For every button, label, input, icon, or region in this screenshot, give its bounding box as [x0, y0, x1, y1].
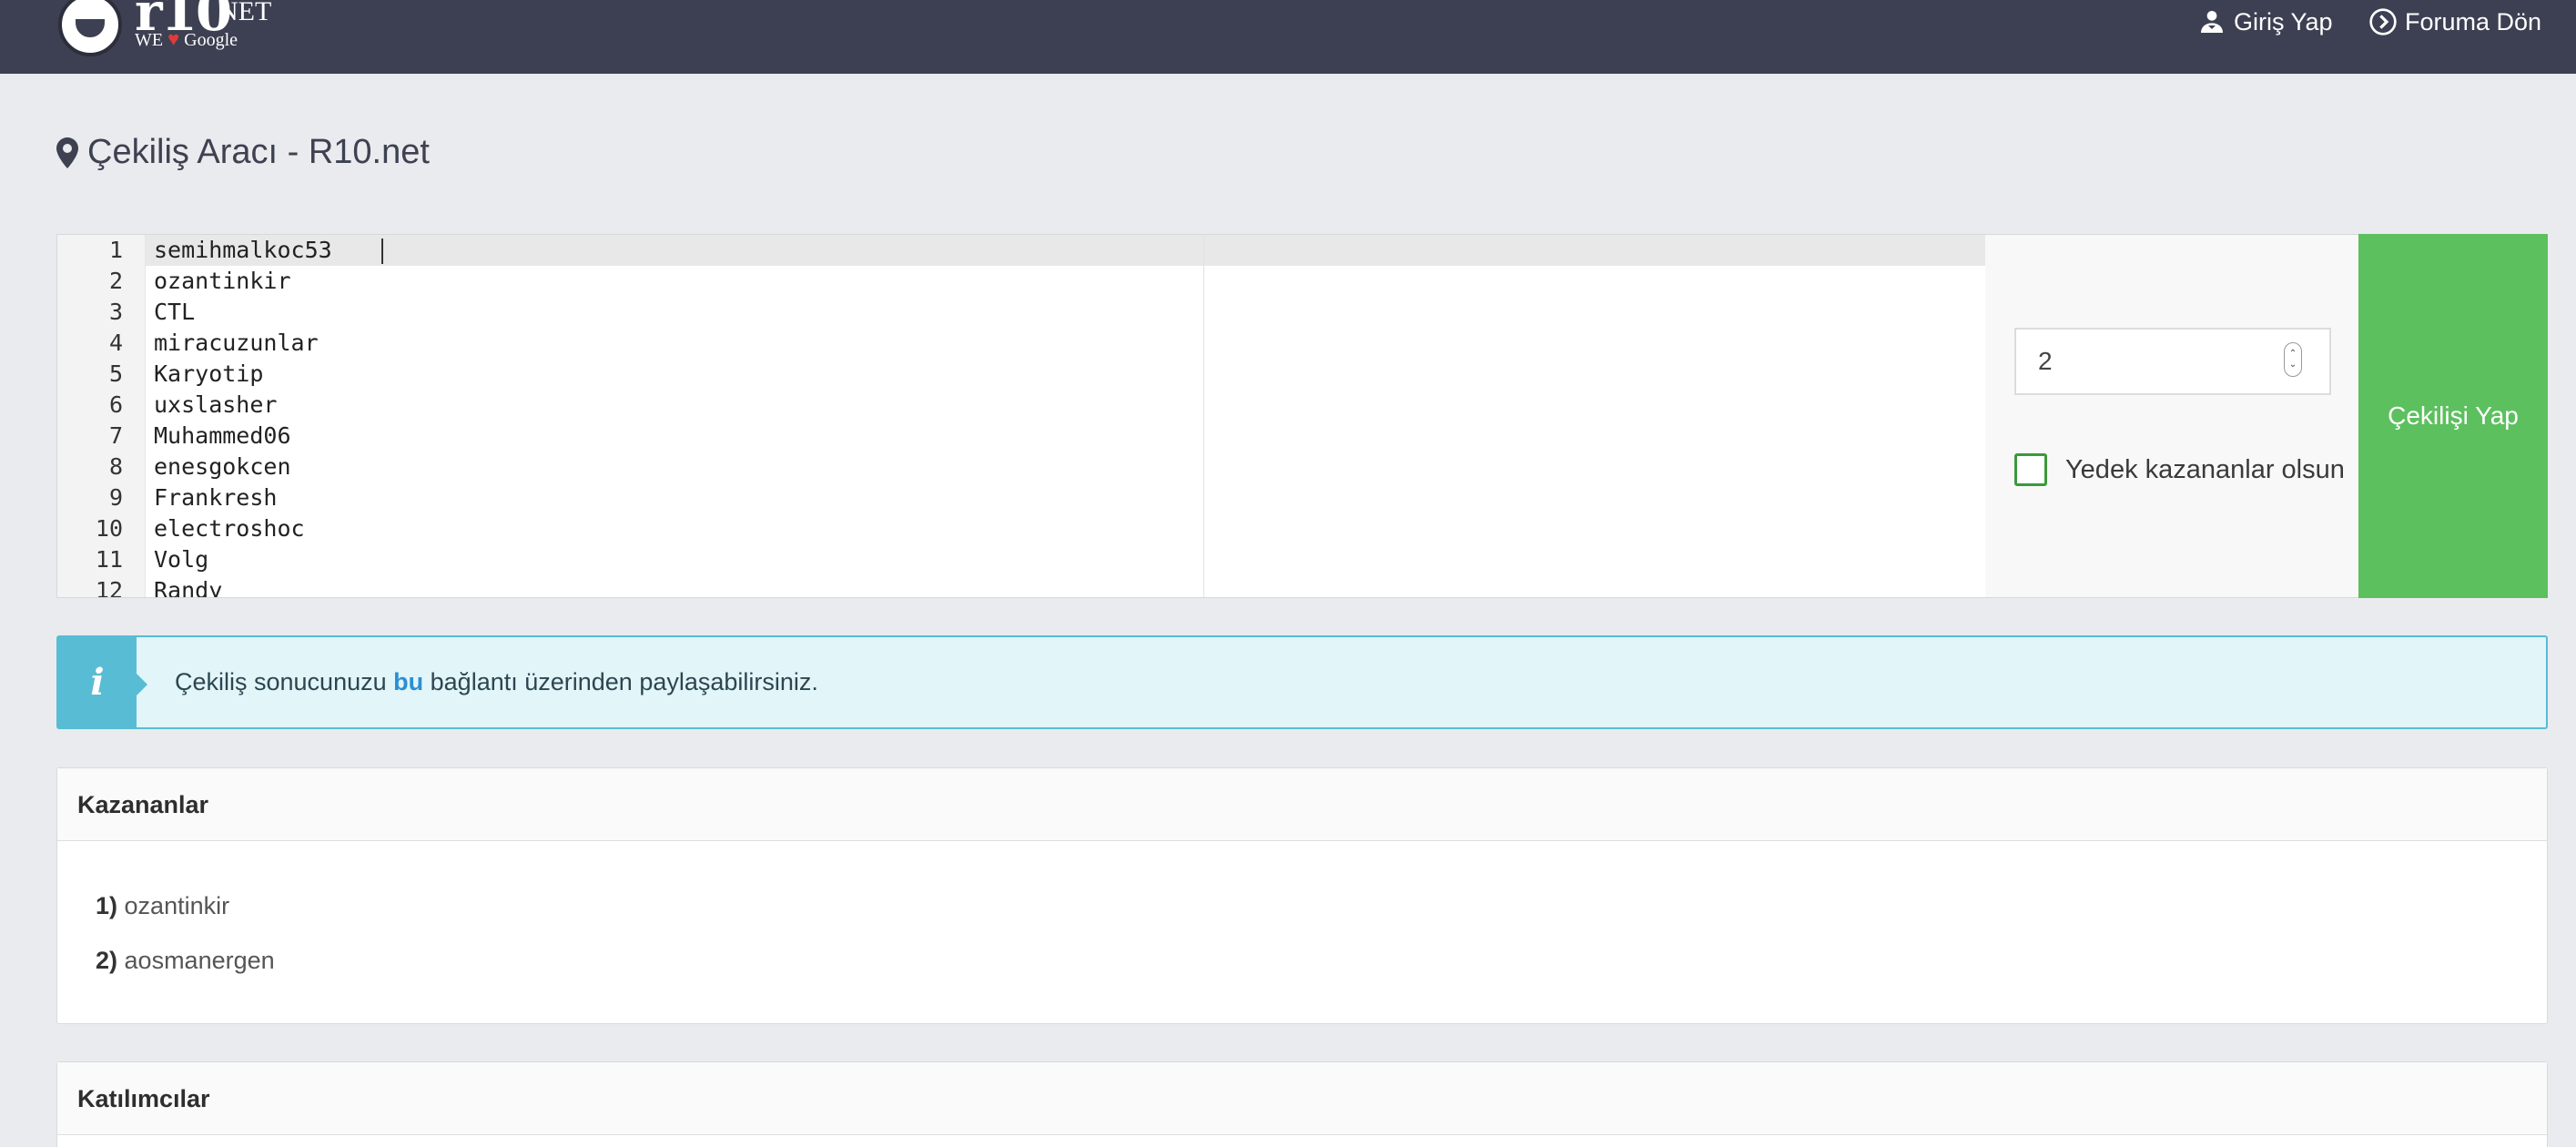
- share-info-alert: i Çekiliş sonucunuzu bu bağlantı üzerind…: [56, 635, 2548, 729]
- line-number: 7: [108, 422, 123, 449]
- line-number: 4: [108, 330, 123, 356]
- page-title-text: Çekiliş Aracı - R10.net: [87, 133, 430, 171]
- winner-item: 2) aosmanergen: [96, 947, 275, 974]
- line-number: 2: [108, 268, 123, 294]
- participants-title: Katılımcılar: [57, 1062, 2547, 1135]
- line-number: 10: [95, 515, 123, 542]
- participant-name: uxslasher: [154, 391, 278, 418]
- line-number: 6: [108, 391, 123, 418]
- participants-editor[interactable]: 1 semihmalkoc53 2 ozantinkir 3 CTL 4 miracuzunl…: [56, 234, 1986, 598]
- participant-name: ozantinkir: [154, 268, 291, 294]
- editor-line[interactable]: 10 electroshoc: [57, 513, 1985, 544]
- share-link[interactable]: bu: [393, 668, 423, 695]
- participant-name: CTL: [154, 299, 196, 325]
- line-number: 9: [108, 484, 123, 511]
- line-number: 12: [95, 577, 123, 598]
- back-to-forum-link[interactable]: Foruma Dön: [2368, 4, 2541, 40]
- winners-title: Kazananlar: [57, 768, 2547, 841]
- editor-line[interactable]: 11 Volg: [57, 544, 1985, 575]
- trollface-logo-icon: [58, 0, 122, 56]
- map-marker-icon: [56, 137, 78, 168]
- winners-panel: Kazananlar 1) ozantinkir 2) aosmanergen: [56, 767, 2548, 1024]
- participant-name: Frankresh: [154, 484, 278, 511]
- text-cursor: [381, 239, 383, 264]
- logo-tagline: WE ♥ Google: [135, 27, 238, 50]
- line-number: 5: [108, 360, 123, 387]
- participant-name: Muhammed06: [154, 422, 291, 449]
- login-link[interactable]: Giriş Yap: [2197, 4, 2333, 40]
- editor-line[interactable]: 5 Karyotip: [57, 359, 1985, 390]
- line-number: 3: [108, 299, 123, 325]
- logo-net-text: NET: [218, 0, 272, 26]
- editor-line[interactable]: 1 semihmalkoc53: [57, 235, 1985, 266]
- chevron-circle-right-icon: [2369, 8, 2397, 36]
- top-navbar: r10 NET WE ♥ Google Giriş Yap Foruma Dön: [0, 0, 2576, 74]
- r10-logo[interactable]: r10 NET WE ♥ Google: [58, 0, 295, 58]
- editor-line[interactable]: 12 Randy: [57, 575, 1985, 598]
- participants-panel: Katılımcılar: [56, 1061, 2548, 1147]
- editor-line[interactable]: 6 uxslasher: [57, 390, 1985, 421]
- draw-options-panel: 2 ⌃ ⌄ Yedek kazananlar olsun: [1985, 234, 2358, 598]
- page-title: Çekiliş Aracı - R10.net: [56, 133, 430, 172]
- share-info-text: Çekiliş sonucunuzu bu bağlantı üzerinden…: [175, 668, 818, 695]
- editor-line[interactable]: 8 enesgokcen: [57, 452, 1985, 482]
- editor-line[interactable]: 2 ozantinkir: [57, 266, 1985, 297]
- participant-name: enesgokcen: [154, 453, 291, 480]
- editor-line[interactable]: 4 miracuzunlar: [57, 328, 1985, 359]
- participant-name: Randy: [154, 577, 223, 598]
- participant-name: miracuzunlar: [154, 330, 319, 356]
- winner-item: 1) ozantinkir: [96, 892, 230, 919]
- forum-label: Foruma Dön: [2405, 7, 2542, 36]
- participant-name: Karyotip: [154, 360, 264, 387]
- backup-winners-label: Yedek kazananlar olsun: [2065, 454, 2345, 484]
- participant-name: semihmalkoc53: [154, 237, 332, 263]
- line-number: 1: [108, 237, 123, 263]
- editor-line[interactable]: 3 CTL: [57, 297, 1985, 328]
- login-label: Giriş Yap: [2234, 7, 2333, 36]
- backup-winners-option[interactable]: Yedek kazananlar olsun: [2014, 453, 2345, 486]
- line-number: 11: [95, 546, 123, 573]
- number-spinner-icon[interactable]: ⌃ ⌄: [2284, 342, 2302, 377]
- backup-winners-checkbox[interactable]: [2014, 453, 2047, 486]
- info-icon: i: [58, 637, 147, 727]
- user-icon: [2201, 11, 2223, 33]
- editor-line[interactable]: 7 Muhammed06: [57, 421, 1985, 452]
- draw-button[interactable]: Çekilişi Yap: [2358, 234, 2548, 598]
- editor-line[interactable]: 9 Frankresh: [57, 482, 1985, 513]
- line-number: 8: [108, 453, 123, 480]
- heart-icon: ♥: [167, 27, 180, 50]
- participant-name: Volg: [154, 546, 209, 573]
- participant-name: electroshoc: [154, 515, 305, 542]
